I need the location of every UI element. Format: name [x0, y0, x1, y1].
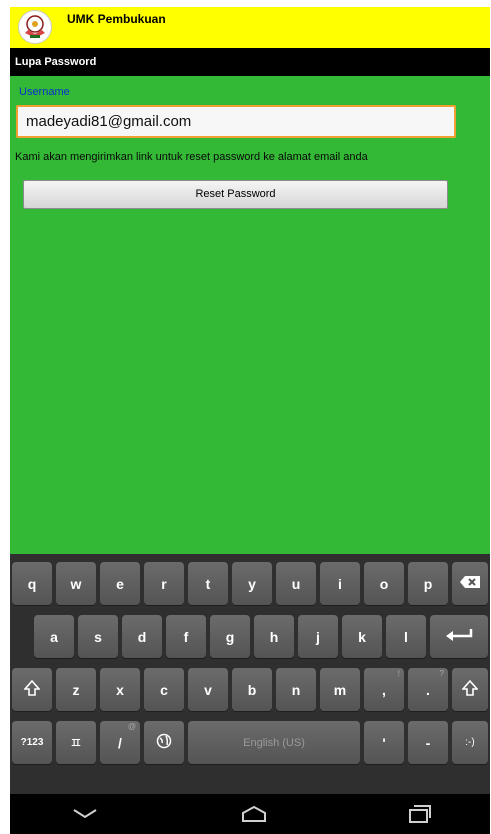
shift-icon-right: [461, 679, 479, 699]
key-x[interactable]: x: [100, 668, 140, 711]
key-t[interactable]: t: [188, 562, 228, 605]
key-slash[interactable]: / @: [100, 721, 140, 764]
numbers-key[interactable]: ?123: [12, 721, 52, 764]
key-b[interactable]: b: [232, 668, 272, 711]
recent-apps-button[interactable]: [408, 804, 432, 828]
key-a[interactable]: a: [34, 615, 74, 658]
key-period-alt: ?: [439, 669, 444, 678]
key-g[interactable]: g: [210, 615, 250, 658]
screen-title: Lupa Password: [15, 56, 97, 68]
symbols-key[interactable]: ㅍ: [56, 721, 96, 764]
app-title: UMK Pembukuan: [67, 12, 166, 26]
navigation-bar: [10, 794, 490, 834]
language-key[interactable]: [144, 721, 184, 764]
key-l[interactable]: l: [386, 615, 426, 658]
space-bar[interactable]: English (US): [188, 721, 360, 764]
shift-icon: [23, 679, 41, 699]
key-period[interactable]: . ?: [408, 668, 448, 711]
forgot-password-form: Username madeyadi81@gmail.com Kami akan …: [10, 76, 490, 554]
key-s[interactable]: s: [78, 615, 118, 658]
key-comma-label: ,: [382, 681, 386, 698]
app-title-bar: UMK Pembukuan: [10, 7, 490, 48]
back-button[interactable]: [72, 806, 98, 825]
key-o[interactable]: o: [364, 562, 404, 605]
key-comma-alt: !: [397, 669, 400, 678]
home-icon: [242, 805, 266, 822]
key-dash[interactable]: -: [408, 721, 448, 764]
enter-icon: [445, 628, 473, 645]
on-screen-keyboard: q w e r t y u i o p a s d f g h j k l z …: [10, 554, 490, 794]
key-r[interactable]: r: [144, 562, 184, 605]
back-icon: [73, 809, 97, 819]
reset-password-button[interactable]: Reset Password: [23, 180, 448, 209]
backspace-icon: [459, 575, 481, 592]
key-c[interactable]: c: [144, 668, 184, 711]
key-comma[interactable]: , !: [364, 668, 404, 711]
username-input[interactable]: madeyadi81@gmail.com: [16, 105, 456, 138]
key-p[interactable]: p: [408, 562, 448, 605]
key-e[interactable]: e: [100, 562, 140, 605]
screen-header: Lupa Password: [10, 48, 490, 76]
key-z[interactable]: z: [56, 668, 96, 711]
shift-key-right[interactable]: [452, 668, 488, 711]
backspace-key[interactable]: [452, 562, 488, 605]
key-d[interactable]: d: [122, 615, 162, 658]
key-h[interactable]: h: [254, 615, 294, 658]
key-i[interactable]: i: [320, 562, 360, 605]
globe-icon: [156, 733, 172, 752]
reset-hint-text: Kami akan mengirimkan link untuk reset p…: [15, 151, 368, 163]
shift-key-left[interactable]: [12, 668, 52, 711]
key-y[interactable]: y: [232, 562, 272, 605]
key-k[interactable]: k: [342, 615, 382, 658]
phone-screen: UMK Pembukuan Lupa Password Username mad…: [10, 7, 490, 834]
key-u[interactable]: u: [276, 562, 316, 605]
username-label: Username: [19, 86, 70, 98]
home-button[interactable]: [240, 805, 268, 827]
key-v[interactable]: v: [188, 668, 228, 711]
key-n[interactable]: n: [276, 668, 316, 711]
key-j[interactable]: j: [298, 615, 338, 658]
key-slash-label: /: [118, 734, 122, 751]
key-w[interactable]: w: [56, 562, 96, 605]
key-f[interactable]: f: [166, 615, 206, 658]
recent-apps-icon: [409, 805, 431, 823]
app-logo: [18, 10, 52, 44]
emoji-key[interactable]: :-): [452, 721, 488, 764]
key-apostrophe[interactable]: ': [364, 721, 404, 764]
enter-key[interactable]: [430, 615, 488, 658]
key-period-label: .: [426, 681, 430, 698]
key-slash-alt: @: [127, 722, 136, 731]
key-m[interactable]: m: [320, 668, 360, 711]
key-q[interactable]: q: [12, 562, 52, 605]
